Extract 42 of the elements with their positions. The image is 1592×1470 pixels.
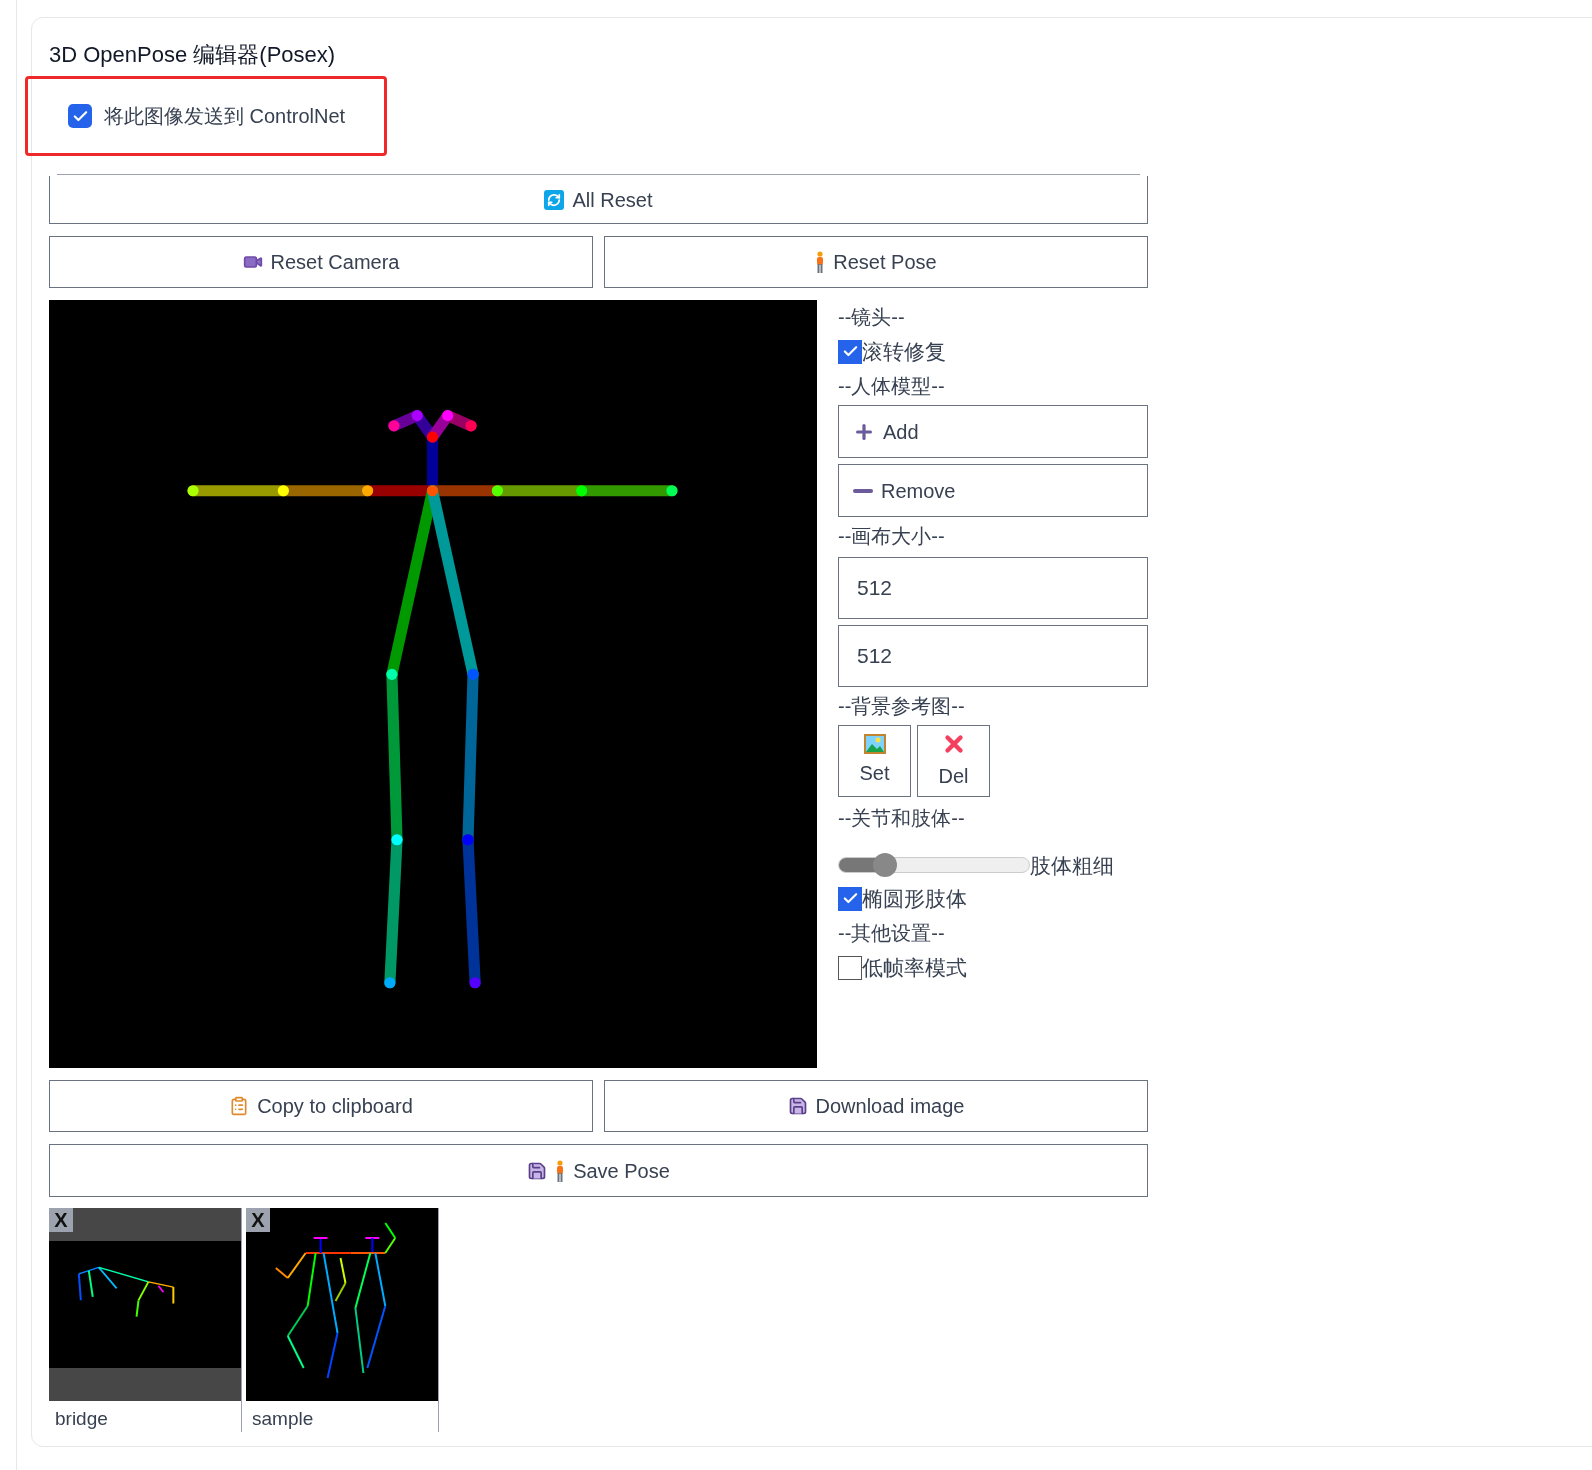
preset-name[interactable]: sample [246, 1401, 438, 1432]
section-heading: --人体模型-- [838, 374, 946, 399]
pose-canvas[interactable] [49, 300, 817, 1068]
checkbox[interactable] [838, 886, 862, 911]
remove-preset-button[interactable]: X [246, 1208, 270, 1232]
height-field[interactable]: 512 [838, 625, 1148, 687]
checkbox-label: 将此图像发送到 ControlNet [104, 104, 346, 129]
section-heading: --背景参考图-- [838, 694, 966, 719]
section-heading: --其他设置-- [838, 921, 946, 946]
checkbox-label: 椭圆形肢体 [862, 885, 967, 912]
pose-thumbnail[interactable]: X [49, 1208, 241, 1401]
width-field[interactable]: 512 [838, 557, 1148, 619]
remove-button[interactable]: Remove [838, 464, 1148, 517]
add-button[interactable]: Add [838, 405, 1148, 458]
checkbox[interactable] [838, 955, 862, 980]
download-image-button[interactable]: Download image [604, 1080, 1148, 1132]
preset-name[interactable]: bridge [49, 1401, 241, 1432]
reset-pose-button[interactable]: Reset Pose [604, 236, 1148, 288]
refresh-icon [544, 189, 565, 210]
checkbox-label: 低帧率模式 [862, 954, 967, 981]
pose-thumbnail[interactable]: X [246, 1208, 438, 1401]
person-icon [555, 1159, 566, 1182]
set-background-button[interactable]: Set [838, 725, 911, 797]
checkbox[interactable] [838, 339, 862, 364]
minus-icon [853, 488, 873, 493]
section-heading: --镜头-- [838, 305, 906, 330]
panel-title: 3D OpenPose 编辑器(Posex) [49, 40, 337, 69]
checkbox[interactable] [68, 104, 92, 128]
remove-preset-button[interactable]: X [49, 1208, 73, 1232]
checkbox-label: 滚转修复 [862, 338, 946, 365]
person-icon [815, 251, 826, 273]
save-pose-button[interactable]: Save Pose [49, 1144, 1148, 1197]
delete-background-button[interactable]: Del [917, 725, 990, 797]
slider-label: 肢体粗细 [1030, 852, 1114, 879]
section-heading: --画布大小-- [838, 524, 946, 549]
clipboard-icon [229, 1096, 250, 1116]
reset-camera-button[interactable]: Reset Camera [49, 236, 593, 288]
slider-thumb[interactable] [872, 853, 897, 877]
copy-to-clipboard-button[interactable]: Copy to clipboard [49, 1080, 593, 1132]
picture-icon [863, 734, 886, 754]
all-reset-button[interactable]: All Reset [49, 176, 1148, 224]
section-heading: --关节和肢体-- [838, 806, 966, 831]
